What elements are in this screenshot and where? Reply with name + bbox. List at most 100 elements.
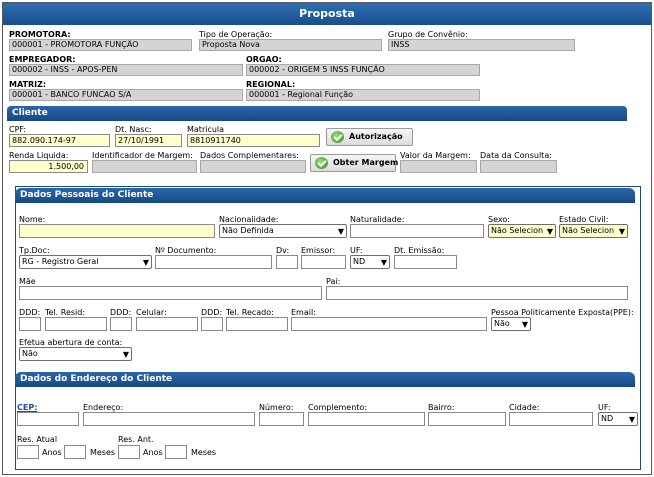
grupo-convenio-field: INSS <box>388 39 575 51</box>
ddd-resid-label: DDD: <box>19 308 41 317</box>
estado-civil-select[interactable]: Não Selecion ▼ <box>559 224 628 238</box>
cpf-field[interactable]: 882.090.174-97 <box>9 134 110 147</box>
grupo-convenio-label: Grupo de Convênio: <box>388 30 468 39</box>
nome-label: Nome: <box>19 215 46 224</box>
uf-doc-value: ND <box>353 257 366 266</box>
autorizacao-button-label: Autorização <box>349 132 403 141</box>
ppe-label: Pessoa Politicamente Exposta(PPE): <box>491 308 634 317</box>
res-atual-anos-label: Anos <box>42 448 62 457</box>
tel-recado-field[interactable] <box>226 317 288 331</box>
nacionalidade-value: Não Definida <box>222 226 274 235</box>
dv-label: Dv: <box>276 246 290 255</box>
dados-compl-label: Dados Complementares: <box>200 151 299 160</box>
data-consulta-field <box>480 160 557 173</box>
regional-field: 000001 - Regional Função <box>246 89 480 101</box>
estado-civil-label: Estado Civil: <box>559 215 609 224</box>
emissor-field[interactable] <box>301 255 346 269</box>
email-field[interactable] <box>291 317 487 331</box>
pai-field[interactable] <box>326 286 628 300</box>
mae-label: Mãe <box>19 277 36 286</box>
numero-field[interactable] <box>259 412 304 426</box>
complemento-label: Complemento: <box>308 403 368 412</box>
uf-endereco-select[interactable]: ND ▼ <box>598 412 638 426</box>
n-documento-label: Nº Documento: <box>155 246 217 255</box>
endereco-label: Endereço: <box>83 403 124 412</box>
res-ant-anos-field[interactable] <box>118 445 140 459</box>
ppe-select[interactable]: Não ▼ <box>491 317 531 331</box>
promotora-field: 000001 - PROMOTORA FUNÇÃO <box>9 39 192 51</box>
renda-label: Renda Liquida: <box>9 151 69 160</box>
matricula-field[interactable]: 8810911740 <box>187 134 320 147</box>
numero-label: Número: <box>259 403 294 412</box>
cep-field[interactable] <box>17 412 79 426</box>
chevron-down-icon: ▼ <box>521 320 528 329</box>
dt-nasc-label: Dt. Nasc: <box>115 125 152 134</box>
dt-emissao-field[interactable] <box>394 255 457 269</box>
cidade-field[interactable] <box>509 412 593 426</box>
uf-doc-select[interactable]: ND ▼ <box>350 255 390 269</box>
res-atual-meses-field[interactable] <box>64 445 86 459</box>
tel-resid-label: Tel. Resid: <box>45 308 86 317</box>
promotora-label: PROMOTORA: <box>9 30 71 39</box>
tel-resid-field[interactable] <box>45 317 107 331</box>
nacionalidade-select[interactable]: Não Definida ▼ <box>219 224 347 238</box>
cidade-label: Cidade: <box>509 403 540 412</box>
mae-field[interactable] <box>19 286 322 300</box>
ppe-value: Não <box>494 319 510 328</box>
proposal-form: Proposta PROMOTORA: 000001 - PROMOTORA F… <box>2 2 652 475</box>
chevron-down-icon: ▼ <box>618 227 625 236</box>
ddd-celular-field[interactable] <box>110 317 132 331</box>
res-atual-anos-field[interactable] <box>17 445 39 459</box>
renda-field[interactable]: 1.500,00 <box>9 160 88 173</box>
res-ant-meses-field[interactable] <box>165 445 187 459</box>
tp-doc-value: RG - Registro Geral <box>22 257 99 266</box>
sexo-label: Sexo: <box>488 215 510 224</box>
ident-margem-label: Identificador de Margem: <box>92 151 193 160</box>
check-icon <box>315 157 328 169</box>
obter-margem-button[interactable]: Obter Margem <box>310 154 398 172</box>
res-atual-meses-label: Meses <box>90 448 116 457</box>
chevron-down-icon: ▼ <box>337 227 344 236</box>
cep-link[interactable]: CEP: <box>17 403 37 412</box>
tipo-operacao-field: Proposta Nova <box>199 39 382 51</box>
dados-pessoais-section-header: Dados Pessoais do Cliente <box>15 188 635 203</box>
valor-margem-label: Valor da Margem: <box>400 151 471 160</box>
nome-field[interactable] <box>19 224 215 238</box>
ddd-recado-field[interactable] <box>201 317 223 331</box>
naturalidade-field[interactable] <box>350 224 484 238</box>
endereco-field[interactable] <box>83 412 255 426</box>
orgao-field: 000002 - ORIGEM 5 INSS FUNÇÃO <box>246 64 480 76</box>
chevron-down-icon: ▼ <box>628 415 635 424</box>
ddd-celular-label: DDD: <box>110 308 132 317</box>
dados-compl-field <box>200 160 306 173</box>
chevron-down-icon: ▼ <box>142 258 149 267</box>
n-documento-field[interactable] <box>155 255 272 269</box>
abertura-conta-select[interactable]: Não ▼ <box>19 347 132 361</box>
autorizacao-button[interactable]: Autorização <box>326 128 413 146</box>
chevron-down-icon: ▼ <box>122 350 129 359</box>
empregador-field: 000002 - INSS - APOS-PEN <box>9 64 243 76</box>
dt-emissao-label: Dt. Emissão: <box>394 246 445 255</box>
pai-label: Pai: <box>326 277 341 286</box>
sexo-select[interactable]: Não Selecion ▼ <box>488 224 556 238</box>
bairro-field[interactable] <box>428 412 506 426</box>
dv-field[interactable] <box>276 255 298 269</box>
res-ant-meses-label: Meses <box>191 448 217 457</box>
res-atual-label: Res. Atual <box>17 435 58 444</box>
abertura-conta-label: Efetua abertura de conta: <box>19 338 123 347</box>
email-label: Email: <box>291 308 316 317</box>
complemento-field[interactable] <box>308 412 425 426</box>
empregador-label: EMPREGADOR: <box>9 55 76 64</box>
tel-recado-label: Tel. Recado: <box>226 308 274 317</box>
celular-field[interactable] <box>136 317 198 331</box>
sexo-value: Não Selecion <box>491 226 544 235</box>
abertura-conta-value: Não <box>22 349 38 358</box>
ddd-resid-field[interactable] <box>19 317 41 331</box>
orgao-label: ORGAO: <box>246 55 282 64</box>
page-title: Proposta <box>3 3 651 25</box>
tipo-operacao-label: Tipo de Operação: <box>199 30 273 39</box>
regional-label: REGIONAL: <box>246 80 296 89</box>
tp-doc-select[interactable]: RG - Registro Geral ▼ <box>19 255 152 269</box>
endereco-section-header: Dados do Endereço do Cliente <box>15 372 635 387</box>
dt-nasc-field[interactable]: 27/10/1991 <box>115 134 182 147</box>
